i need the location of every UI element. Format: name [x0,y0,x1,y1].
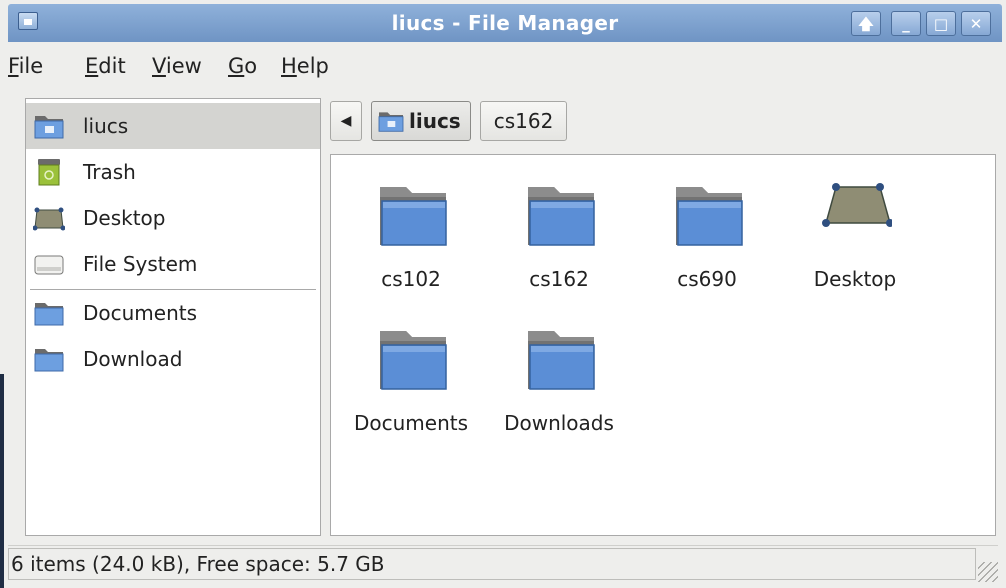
file-manager-window: liucs - File Manager 🡅 _ □ ✕ File Edit V… [0,0,1006,588]
trash-icon [38,159,60,186]
menu-file-label: ile [18,54,44,78]
menu-help-label: elp [296,54,329,78]
sidebar-item-trash[interactable]: Trash [26,149,320,195]
close-button[interactable]: ✕ [961,11,991,36]
path-back-button[interactable]: ◀ [330,101,362,141]
file-item-cs162[interactable]: cs162 [484,155,634,295]
file-item-label: Downloads [504,411,614,435]
file-item-label: cs162 [529,267,589,291]
file-item-downloads[interactable]: Downloads [484,299,634,439]
menu-help-mnemonic: H [281,54,297,78]
sidebar-item-file-system[interactable]: File System [26,241,320,287]
file-item-cs690[interactable]: cs690 [632,155,782,295]
sidebar-item-label: Trash [83,160,136,184]
menu-view-mnemonic: V [152,54,166,78]
file-item-desktop[interactable]: Desktop [780,155,930,295]
path-crumb-cs162[interactable]: cs162 [480,101,567,141]
minimize-button[interactable]: _ [891,11,921,36]
keep-above-button[interactable]: 🡅 [851,11,881,36]
folder-icon [380,187,447,246]
folder-icon [528,331,595,390]
sidebar-item-label: Desktop [83,206,166,230]
resize-grip[interactable] [978,562,998,582]
folder-icon [380,331,447,390]
menu-go-mnemonic: G [228,54,245,78]
folder-icon [34,349,64,372]
file-icon-view[interactable]: cs102 cs162 cs690 Desktop Documents Down… [330,154,996,536]
folder-icon [34,303,64,326]
menu-edit[interactable]: Edit [85,46,126,86]
menu-edit-mnemonic: E [85,54,99,78]
drive-icon [34,255,64,275]
path-crumb-liucs[interactable]: liucs [371,101,471,141]
file-item-cs102[interactable]: cs102 [336,155,486,295]
menu-go[interactable]: Go [228,46,257,86]
maximize-button[interactable]: □ [926,11,956,36]
sidebar-item-liucs[interactable]: liucs [26,103,320,149]
menu-file[interactable]: File [8,46,43,86]
status-bar: 6 items (24.0 kB), Free space: 5.7 GB [8,545,998,582]
menu-go-label: o [244,54,258,78]
file-item-label: cs102 [381,267,441,291]
menu-view-label: iew [165,54,202,78]
file-item-label: Documents [353,411,469,435]
menu-edit-label: dit [98,54,126,78]
sidebar-item-desktop[interactable]: Desktop [26,195,320,241]
folder-icon [676,187,743,246]
sidebar-item-label: Documents [83,301,198,325]
desktop-icon [33,207,65,231]
title-bar[interactable]: liucs - File Manager 🡅 _ □ ✕ [8,4,1002,42]
sidebar-item-documents[interactable]: Documents [26,290,320,336]
places-sidebar: liucs Trash Desktop File System Document… [25,98,321,536]
sidebar-item-label: Download [83,347,183,371]
home-folder-icon [34,116,64,139]
sidebar-item-download[interactable]: Download [26,336,320,382]
file-item-label: Desktop [813,267,897,291]
desktop-icon [822,183,892,227]
menu-view[interactable]: View [152,46,202,86]
path-crumb-label: liucs [409,109,461,133]
menu-file-mnemonic: F [8,54,19,78]
sidebar-item-label: File System [83,252,198,276]
background-edge [0,374,4,588]
home-folder-icon [378,112,404,132]
menu-help[interactable]: Help [281,46,329,86]
file-item-label: cs690 [677,267,737,291]
sidebar-item-label: liucs [83,114,129,138]
file-item-documents[interactable]: Documents [336,299,486,439]
folder-icon [528,187,595,246]
status-text: 6 items (24.0 kB), Free space: 5.7 GB [8,548,976,580]
